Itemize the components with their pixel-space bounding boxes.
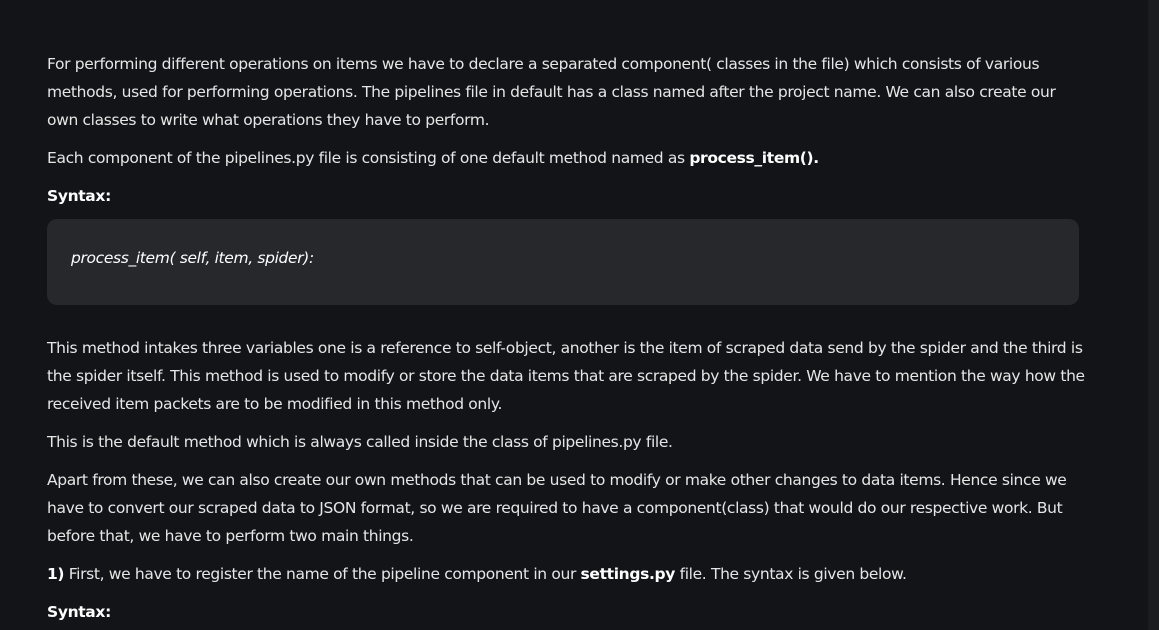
settings-file-keyword: settings.py xyxy=(580,565,676,583)
paragraph-default-called: This is the default method which is alwa… xyxy=(47,433,673,451)
paragraph-components-intro: For performing different operations on i… xyxy=(47,55,1056,129)
step-one-text: First, we have to register the name of t… xyxy=(64,565,581,583)
syntax-label-2: Syntax: xyxy=(47,603,111,621)
step-number: 1) xyxy=(47,565,65,583)
paragraph-method-description: This method intakes three variables one … xyxy=(47,339,1085,413)
page-scrollbar[interactable] xyxy=(1148,0,1159,630)
paragraph-custom-methods: Apart from these, we can also create our… xyxy=(47,471,1067,545)
code-line: process_item( self, item, spider): xyxy=(71,249,314,267)
process-item-keyword: process_item(). xyxy=(689,149,819,167)
step-one-tail: file. The syntax is given below. xyxy=(675,565,907,583)
paragraph-step-one: 1) First, we have to register the name o… xyxy=(47,560,1087,588)
paragraph-default-method-text: Each component of the pipelines.py file … xyxy=(47,149,690,167)
code-block: process_item( self, item, spider): xyxy=(47,219,1079,305)
syntax-label: Syntax: xyxy=(47,187,111,205)
article-body: For performing different operations on i… xyxy=(47,50,1087,626)
paragraph-default-method: Each component of the pipelines.py file … xyxy=(47,144,1087,172)
